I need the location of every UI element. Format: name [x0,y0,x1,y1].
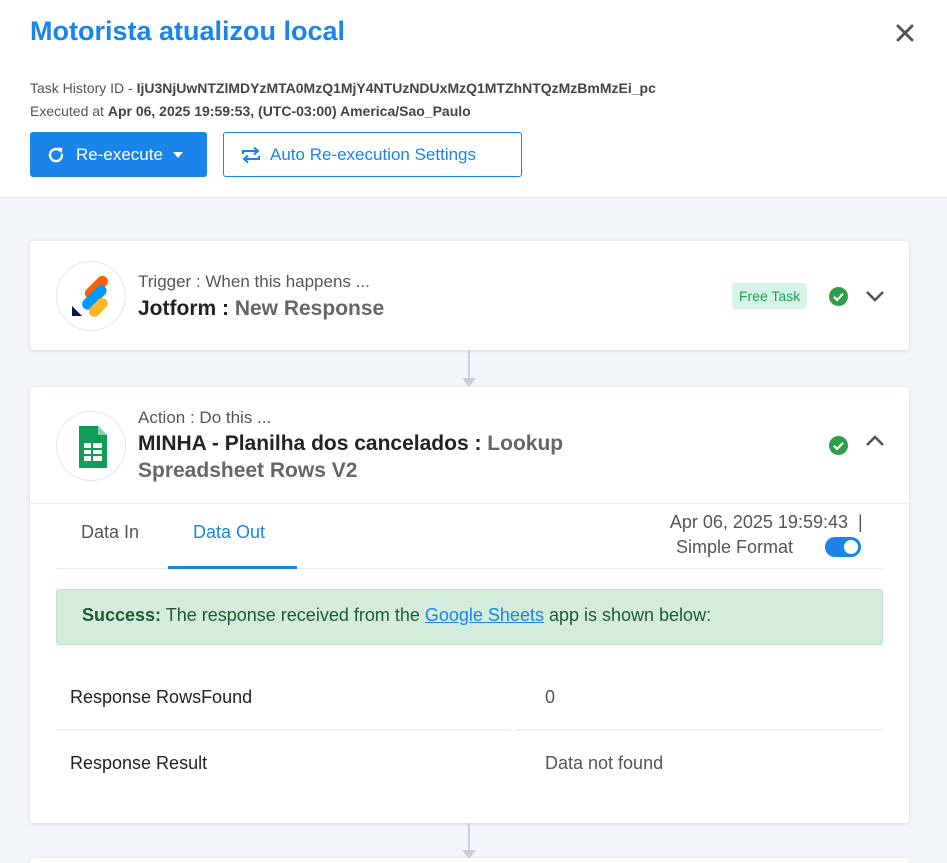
task-header: Motorista atualizou local Task History I… [0,0,947,198]
success-check-icon [829,287,848,306]
tab-data-out[interactable]: Data Out [193,522,265,543]
success-check-icon [829,436,848,455]
step-connector [468,350,470,378]
row-key: Response Result [70,753,208,773]
simple-format-label: Simple Format [676,537,794,557]
row-key: Response RowsFound [70,687,253,707]
toggle-knob [844,540,858,554]
row-value: 0 [545,687,556,707]
data-row: Response RowsFound 0 [56,665,883,731]
repeat-icon [242,146,260,163]
chevron-up-icon[interactable] [865,434,885,448]
chevron-down-icon[interactable] [865,289,885,303]
jotform-icon [56,261,126,331]
divider [30,503,909,504]
next-step-card [30,858,909,863]
auto-reexecution-settings-button[interactable]: Auto Re-execution Settings [223,132,522,177]
close-icon[interactable] [892,20,918,46]
arrow-down-icon [462,378,476,387]
separator: | [858,512,863,532]
reexecute-button[interactable]: Re-execute [30,132,207,177]
simple-format-toggle[interactable] [825,537,861,557]
executed-at: Executed at Apr 06, 2025 19:59:53, (UTC-… [30,103,471,119]
trigger-step-card[interactable]: Trigger : When this happens ... Jotform … [30,241,909,350]
step-connector [468,823,470,850]
google-sheets-icon [56,411,126,481]
success-alert: Success: The response received from the … [56,589,883,645]
action-label: Action : Do this ... [138,408,272,427]
refresh-icon [48,147,64,162]
free-task-badge: Free Task [732,283,808,309]
data-row: Response Result Data not found [56,731,883,797]
task-history-id: Task History ID - IjU3NjUwNTZlMDYzMTA0Mz… [30,80,656,96]
active-tab-indicator [168,566,297,569]
trigger-title: Jotform : New Response [138,297,385,320]
google-sheets-link[interactable]: Google Sheets [425,605,544,625]
tab-data-in[interactable]: Data In [81,522,139,543]
caret-down-icon [172,151,183,158]
row-value: Data not found [545,753,664,773]
step-timestamp: Apr 06, 2025 19:59:43 [669,512,848,532]
action-title: MINHA - Planilha dos cancelados : Lookup… [138,432,564,482]
page-title: Motorista atualizou local [30,16,346,46]
trigger-label: Trigger : When this happens ... [138,272,370,291]
action-step-card: Action : Do this ... MINHA - Planilha do… [30,387,909,823]
